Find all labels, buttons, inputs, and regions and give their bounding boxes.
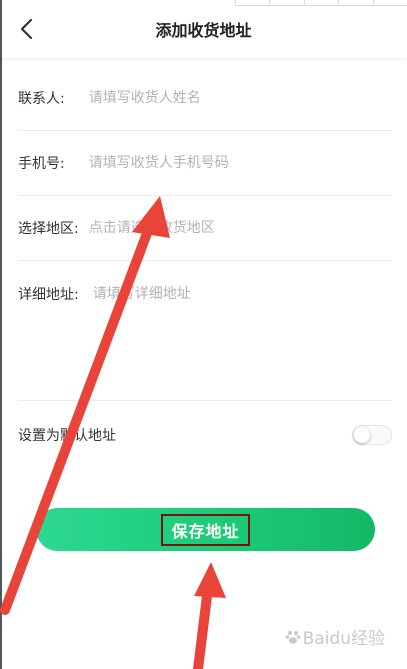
divider xyxy=(18,130,392,131)
save-address-button[interactable]: 保存地址 xyxy=(36,508,375,551)
detail-input[interactable] xyxy=(92,286,343,302)
annotation-arrow-up xyxy=(193,562,226,669)
phone-input[interactable] xyxy=(88,155,339,171)
baidu-paw-icon xyxy=(285,630,300,644)
header-bar: 添加收货地址 xyxy=(0,0,407,58)
divider xyxy=(18,195,392,196)
contact-label: 联系人: xyxy=(18,91,65,107)
save-address-label: 保存地址 xyxy=(161,513,250,546)
phone-label: 手机号: xyxy=(18,156,65,172)
detail-row: 详细地址: xyxy=(18,284,392,304)
contact-row: 联系人: xyxy=(18,88,392,108)
divider xyxy=(18,400,392,401)
toggle-knob xyxy=(354,427,370,443)
detail-label: 详细地址: xyxy=(18,287,79,303)
region-label: 选择地区: xyxy=(18,221,79,237)
default-address-toggle[interactable] xyxy=(352,425,392,445)
region-input[interactable] xyxy=(88,220,339,236)
phone-row: 手机号: xyxy=(18,153,392,173)
left-edge-line xyxy=(0,0,2,669)
address-form-page: 添加收货地址 联系人: 手机号: 选择地区: 详细地址: 设置为默认地址 保存地… xyxy=(0,0,407,669)
region-row[interactable]: 选择地区: xyxy=(18,218,392,238)
baidu-watermark: Baidu经验 xyxy=(285,624,385,649)
contact-input[interactable] xyxy=(88,90,339,106)
page-title: 添加收货地址 xyxy=(155,21,252,40)
default-address-row: 设置为默认地址 xyxy=(18,420,392,450)
default-address-label: 设置为默认地址 xyxy=(18,428,116,444)
divider xyxy=(18,260,392,261)
watermark-text: Baidu经验 xyxy=(302,629,385,649)
chevron-left-icon xyxy=(20,18,33,40)
back-button[interactable] xyxy=(14,17,38,41)
